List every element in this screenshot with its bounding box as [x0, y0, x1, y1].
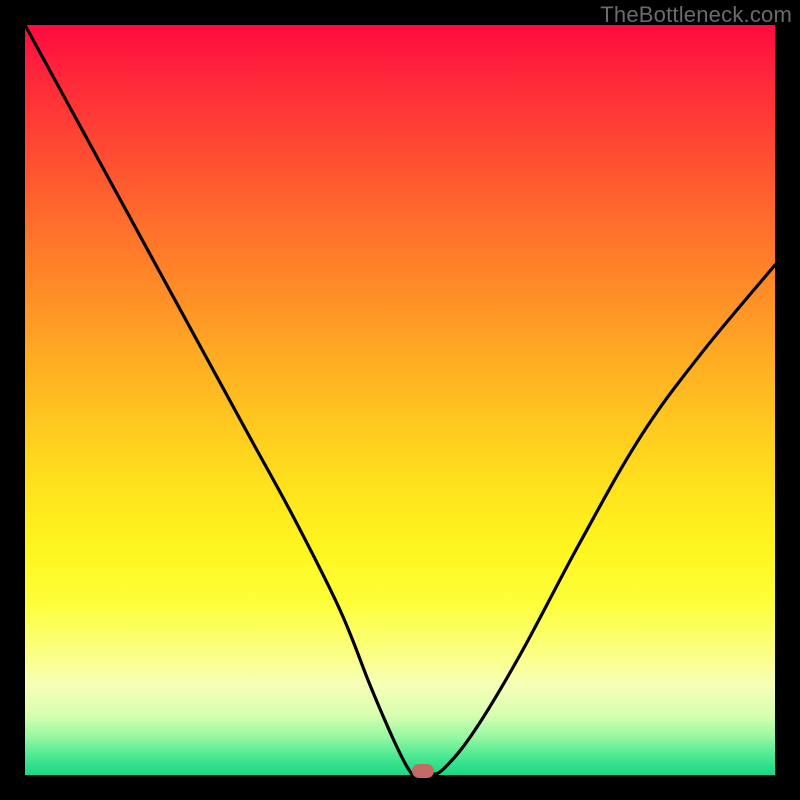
- optimal-point-marker: [412, 764, 434, 778]
- chart-frame: TheBottleneck.com: [0, 0, 800, 800]
- plot-area: [25, 25, 775, 775]
- watermark-text: TheBottleneck.com: [600, 2, 792, 28]
- bottleneck-curve: [25, 25, 775, 775]
